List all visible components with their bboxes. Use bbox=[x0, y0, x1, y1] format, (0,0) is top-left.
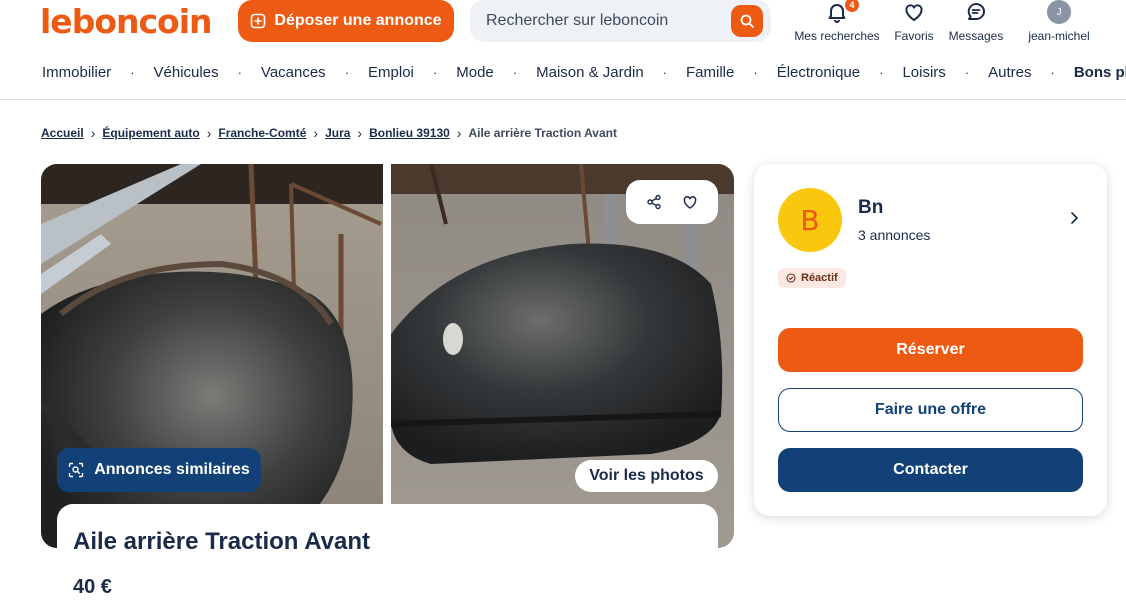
separator-dot: · bbox=[432, 65, 438, 80]
separator-dot: · bbox=[964, 65, 970, 80]
favorites-link[interactable]: Favoris bbox=[890, 0, 938, 44]
category-maison-jardin[interactable]: Maison & Jardin bbox=[536, 64, 644, 81]
see-photos-button[interactable]: Voir les photos bbox=[575, 460, 718, 492]
breadcrumb-city[interactable]: Bonlieu 39130 bbox=[369, 126, 450, 140]
chevron-right-icon: › bbox=[206, 125, 212, 141]
breadcrumb: Accueil › Équipement auto › Franche-Comté ›… bbox=[41, 125, 617, 141]
saved-searches-label: Mes recherches bbox=[794, 29, 880, 43]
logo[interactable]: leboncoin bbox=[40, 2, 213, 41]
category-autres[interactable]: Autres bbox=[988, 64, 1031, 81]
clock-check-icon bbox=[786, 273, 796, 283]
separator-dot: · bbox=[512, 65, 518, 80]
category-immobilier[interactable]: Immobilier bbox=[42, 64, 111, 81]
similar-ads-button[interactable]: Annonces similaires bbox=[57, 448, 261, 492]
messages-label: Messages bbox=[948, 29, 1004, 43]
post-ad-label: Déposer une annonce bbox=[274, 12, 442, 29]
responsive-badge: Réactif bbox=[778, 268, 846, 288]
saved-searches-link[interactable]: 4 Mes recherches bbox=[794, 0, 880, 44]
separator-dot: · bbox=[662, 65, 668, 80]
share-icon[interactable] bbox=[646, 194, 662, 210]
breadcrumb-category[interactable]: Équipement auto bbox=[102, 126, 199, 140]
search-bar[interactable]: Rechercher sur leboncoin bbox=[470, 0, 771, 42]
account-label: jean-michel bbox=[1028, 29, 1090, 43]
responsive-badge-label: Réactif bbox=[801, 272, 838, 284]
search-icon bbox=[740, 14, 754, 28]
similar-ads-label: Annonces similaires bbox=[94, 461, 250, 478]
category-emploi[interactable]: Emploi bbox=[368, 64, 414, 81]
category-bons-plans[interactable]: Bons plans ! bbox=[1074, 64, 1126, 81]
search-input[interactable]: Rechercher sur leboncoin bbox=[486, 12, 668, 30]
heart-icon[interactable] bbox=[682, 194, 698, 210]
breadcrumb-home[interactable]: Accueil bbox=[41, 126, 84, 140]
separator-dot: · bbox=[753, 65, 758, 80]
category-vehicules[interactable]: Véhicules bbox=[154, 64, 219, 81]
messages-link[interactable]: Messages bbox=[945, 0, 1007, 44]
user-avatar: J bbox=[1047, 0, 1071, 24]
seller-card: B Bn 3 annonces Réactif Réserver Faire u… bbox=[754, 164, 1107, 516]
make-offer-button[interactable]: Faire une offre bbox=[778, 388, 1083, 432]
chevron-right-icon: › bbox=[357, 125, 363, 141]
account-link[interactable]: J jean-michel bbox=[1022, 0, 1096, 44]
listing-title: Aile arrière Traction Avant bbox=[73, 528, 370, 555]
chevron-right-icon: › bbox=[313, 125, 319, 141]
listing-info-card: Aile arrière Traction Avant 40 € bbox=[57, 504, 718, 603]
separator-dot: · bbox=[237, 65, 242, 80]
category-mode[interactable]: Mode bbox=[456, 64, 494, 81]
separator-dot: · bbox=[130, 65, 135, 80]
chevron-right-icon[interactable] bbox=[1066, 210, 1082, 226]
separator-dot: · bbox=[879, 65, 884, 80]
seller-name[interactable]: Bn bbox=[858, 197, 883, 219]
notification-badge: 4 bbox=[843, 0, 861, 14]
seller-avatar[interactable]: B bbox=[778, 188, 842, 252]
separator-dot: · bbox=[1050, 65, 1055, 80]
category-loisirs[interactable]: Loisirs bbox=[902, 64, 945, 81]
post-ad-button[interactable]: Déposer une annonce bbox=[238, 0, 454, 42]
category-nav: Immobilier · Véhicules · Vacances · Emploi ·… bbox=[42, 64, 1126, 81]
heart-icon bbox=[905, 4, 923, 21]
favorites-label: Favoris bbox=[894, 29, 934, 43]
category-electronique[interactable]: Électronique bbox=[777, 64, 860, 81]
breadcrumb-region[interactable]: Franche-Comté bbox=[218, 126, 306, 140]
listing-price: 40 € bbox=[73, 576, 112, 598]
search-button[interactable] bbox=[731, 5, 763, 37]
chevron-right-icon: › bbox=[90, 125, 96, 141]
chevron-right-icon: › bbox=[456, 125, 462, 141]
category-famille[interactable]: Famille bbox=[686, 64, 734, 81]
chat-bubble-icon bbox=[967, 3, 985, 20]
header: leboncoin Déposer une annonce Rechercher… bbox=[0, 0, 1126, 100]
image-search-icon bbox=[68, 462, 84, 478]
contact-button[interactable]: Contacter bbox=[778, 448, 1083, 492]
reserve-button[interactable]: Réserver bbox=[778, 328, 1083, 372]
breadcrumb-department[interactable]: Jura bbox=[325, 126, 350, 140]
separator-dot: · bbox=[344, 65, 350, 80]
breadcrumb-current: Aile arrière Traction Avant bbox=[468, 126, 617, 140]
category-vacances[interactable]: Vacances bbox=[261, 64, 326, 81]
photo-actions bbox=[626, 180, 718, 224]
plus-square-icon bbox=[251, 13, 266, 29]
seller-ad-count: 3 annonces bbox=[858, 227, 931, 243]
